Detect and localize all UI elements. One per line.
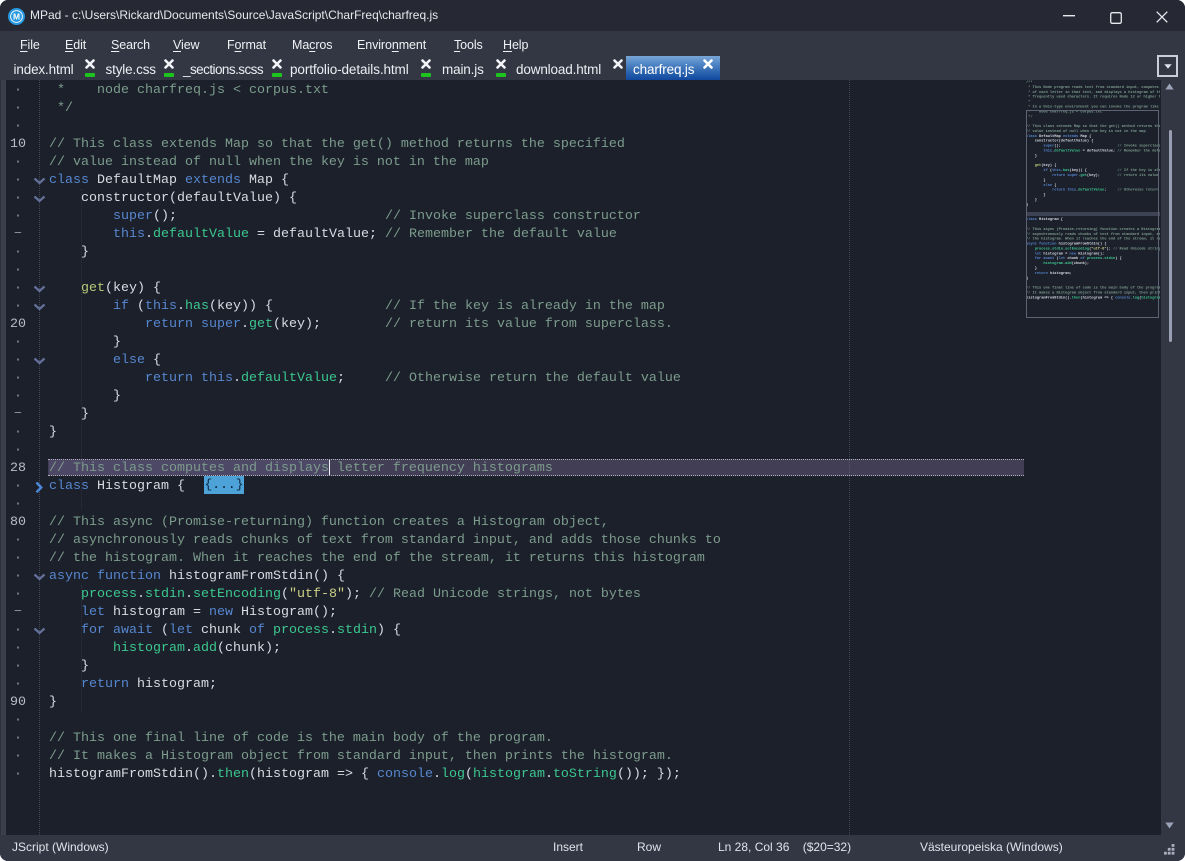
- svg-text:M: M: [13, 11, 20, 21]
